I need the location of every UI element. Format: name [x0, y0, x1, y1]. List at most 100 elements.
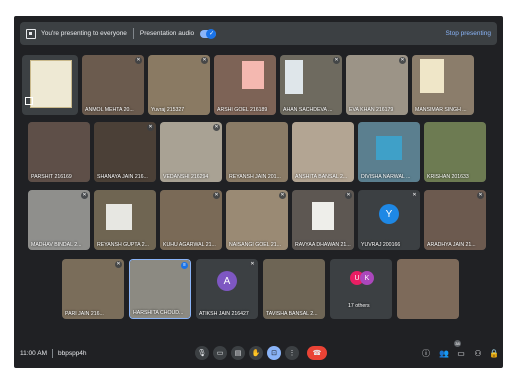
presentation-icon — [25, 97, 33, 105]
participant-name: ANSHITA BANSAL 2... — [295, 174, 348, 180]
participant-name: REYANSH JAIN 201... — [229, 174, 281, 180]
info-icon: ⓘ — [422, 348, 430, 358]
held-paper — [376, 136, 402, 160]
participant-name: ARADHYA JAIN 21... — [427, 242, 476, 248]
participant-tile[interactable]: MANSIMAR SINGH ... — [412, 55, 474, 115]
others-tile[interactable]: U K 17 others — [330, 259, 392, 319]
mic-muted-icon: ✕ — [249, 261, 256, 268]
leave-call-button[interactable]: ☎ — [307, 346, 327, 360]
mic-muted-icon: ✕ — [201, 57, 208, 64]
participant-name: YUVRAJ 200166 — [361, 242, 401, 248]
presentation-thumbnail — [30, 60, 72, 108]
self-view-tile[interactable] — [397, 259, 459, 319]
participant-tile[interactable]: ✕ PARI JAIN 216... — [62, 259, 124, 319]
video-feed — [148, 55, 210, 115]
microphone-icon: 🎙 — [197, 350, 207, 357]
participant-tile[interactable]: ✕ NAISANGI GOEL 21... — [226, 190, 288, 250]
participant-tile[interactable]: REYANSH GUPTA 2... — [94, 190, 156, 250]
participant-tile[interactable]: ARSHI GOEL 216189 — [214, 55, 276, 115]
participant-tile[interactable]: Y ✕ YUVRAJ 200166 — [358, 190, 420, 250]
video-feed — [346, 55, 408, 115]
held-paper — [106, 204, 132, 230]
camera-button[interactable]: ▭ — [213, 346, 227, 360]
captions-button[interactable]: ▤ — [231, 346, 245, 360]
raise-hand-button[interactable]: ✋ — [249, 346, 263, 360]
microphone-button[interactable]: 🎙 — [195, 346, 209, 360]
others-count-label: 17 others — [348, 303, 370, 309]
video-feed — [424, 190, 486, 250]
video-feed — [28, 190, 90, 250]
participant-name: AHAN SACHDEVA ... — [283, 107, 333, 113]
presenting-text: You're presenting to everyone — [41, 30, 127, 37]
avatar: K — [360, 271, 374, 285]
participant-tile[interactable]: PARSHIT 216169 — [28, 122, 90, 182]
people-icon: 👥 — [439, 348, 449, 358]
participant-tile[interactable]: ✕ EVA KHAN 216179 — [346, 55, 408, 115]
camera-icon: ▭ — [216, 350, 224, 357]
mic-muted-icon: ✕ — [115, 261, 122, 268]
video-feed — [226, 122, 288, 182]
participant-name: REYANSH GUPTA 2... — [97, 242, 149, 248]
more-options-button[interactable]: ⋮ — [285, 346, 299, 360]
participant-tile[interactable]: ✕ RAVYAA DHAWAN 21... — [292, 190, 354, 250]
mic-muted-icon: ✕ — [411, 192, 418, 199]
participant-name: PARI JAIN 216... — [65, 311, 104, 317]
mic-muted-icon: ✕ — [213, 124, 220, 131]
participant-tile[interactable]: DIVISHA NARWAL ... — [358, 122, 420, 182]
avatar: A — [217, 271, 237, 291]
participant-name: HARSHITA CHOUD... — [133, 310, 184, 316]
chat-icon: ▭ — [457, 348, 465, 358]
participant-tile[interactable]: ✕ AHAN SACHDEVA ... — [280, 55, 342, 115]
participant-name: KRISHAN 201633 — [427, 174, 469, 180]
participant-tile[interactable]: ✕ ARADHYA JAIN 21... — [424, 190, 486, 250]
participant-tile[interactable]: ✕ MADHAV BINDAL 2... — [28, 190, 90, 250]
participant-tile[interactable]: ✕ SHANAYA JAIN 216... — [94, 122, 156, 182]
video-feed — [226, 190, 288, 250]
participant-name: PARSHIT 216169 — [31, 174, 72, 180]
video-feed — [94, 122, 156, 182]
video-feed — [263, 259, 325, 319]
mic-muted-icon: ✕ — [399, 57, 406, 64]
participant-tile[interactable] — [22, 55, 78, 115]
participant-tile[interactable]: ✕ ANMOL MEHTA 20... — [82, 55, 144, 115]
participant-name: KUHU AGARWAL 21... — [163, 242, 216, 248]
presentation-audio-toggle[interactable]: ✓ — [200, 28, 217, 39]
participant-tile[interactable]: REYANSH JAIN 201... — [226, 122, 288, 182]
participant-tile-active-speaker[interactable]: ≡ HARSHITA CHOUD... — [129, 259, 191, 319]
bottom-divider — [51, 349, 53, 358]
participant-tile[interactable]: KRISHAN 201633 — [424, 122, 486, 182]
participant-name: MADHAV BINDAL 2... — [31, 242, 82, 248]
participant-tile[interactable]: A ✕ ATIKSH JAIN 216427 — [196, 259, 258, 319]
present-now-button[interactable]: ⊡ — [267, 346, 281, 360]
banner-divider — [132, 28, 134, 39]
meeting-details-button[interactable]: ⓘ — [421, 348, 431, 358]
chat-button[interactable]: ▭ — [456, 348, 466, 358]
participant-name: MANSIMAR SINGH ... — [415, 107, 467, 113]
participant-tile[interactable]: ✕ KUHU AGARWAL 21... — [160, 190, 222, 250]
check-icon: ✓ — [209, 30, 215, 37]
video-feed — [28, 122, 90, 182]
held-paper — [312, 202, 334, 230]
activities-button[interactable]: ⚇ — [473, 348, 483, 358]
stop-presenting-button[interactable]: Stop presenting — [445, 30, 491, 37]
video-feed — [292, 122, 354, 182]
participant-tile[interactable]: ✕ VEDANSHI 216294 — [160, 122, 222, 182]
mic-muted-icon: ✕ — [333, 57, 340, 64]
people-count-badge: 38 — [454, 340, 461, 347]
mic-muted-icon: ✕ — [147, 124, 154, 131]
participant-name: ARSHI GOEL 216189 — [217, 107, 268, 113]
presentation-audio-label: Presentation audio — [139, 30, 195, 37]
video-feed — [62, 259, 124, 319]
held-paper — [420, 59, 444, 93]
activities-icon: ⚇ — [474, 348, 482, 358]
participant-tile[interactable]: ANSHITA BANSAL 2... — [292, 122, 354, 182]
mic-muted-icon: ✕ — [213, 192, 220, 199]
participant-tile[interactable]: TAVISHA BANSAL 2... — [263, 259, 325, 319]
lock-icon: 🔒 — [489, 348, 499, 358]
mic-muted-icon: ✕ — [81, 192, 88, 199]
meet-window: You're presenting to everyone Presentati… — [14, 16, 503, 368]
people-button[interactable]: 👥 — [439, 348, 449, 358]
participant-name: Yuvraj 215327 — [151, 107, 185, 113]
participant-tile[interactable]: ✕ Yuvraj 215327 — [148, 55, 210, 115]
host-controls-button[interactable]: 🔒 — [489, 348, 499, 358]
